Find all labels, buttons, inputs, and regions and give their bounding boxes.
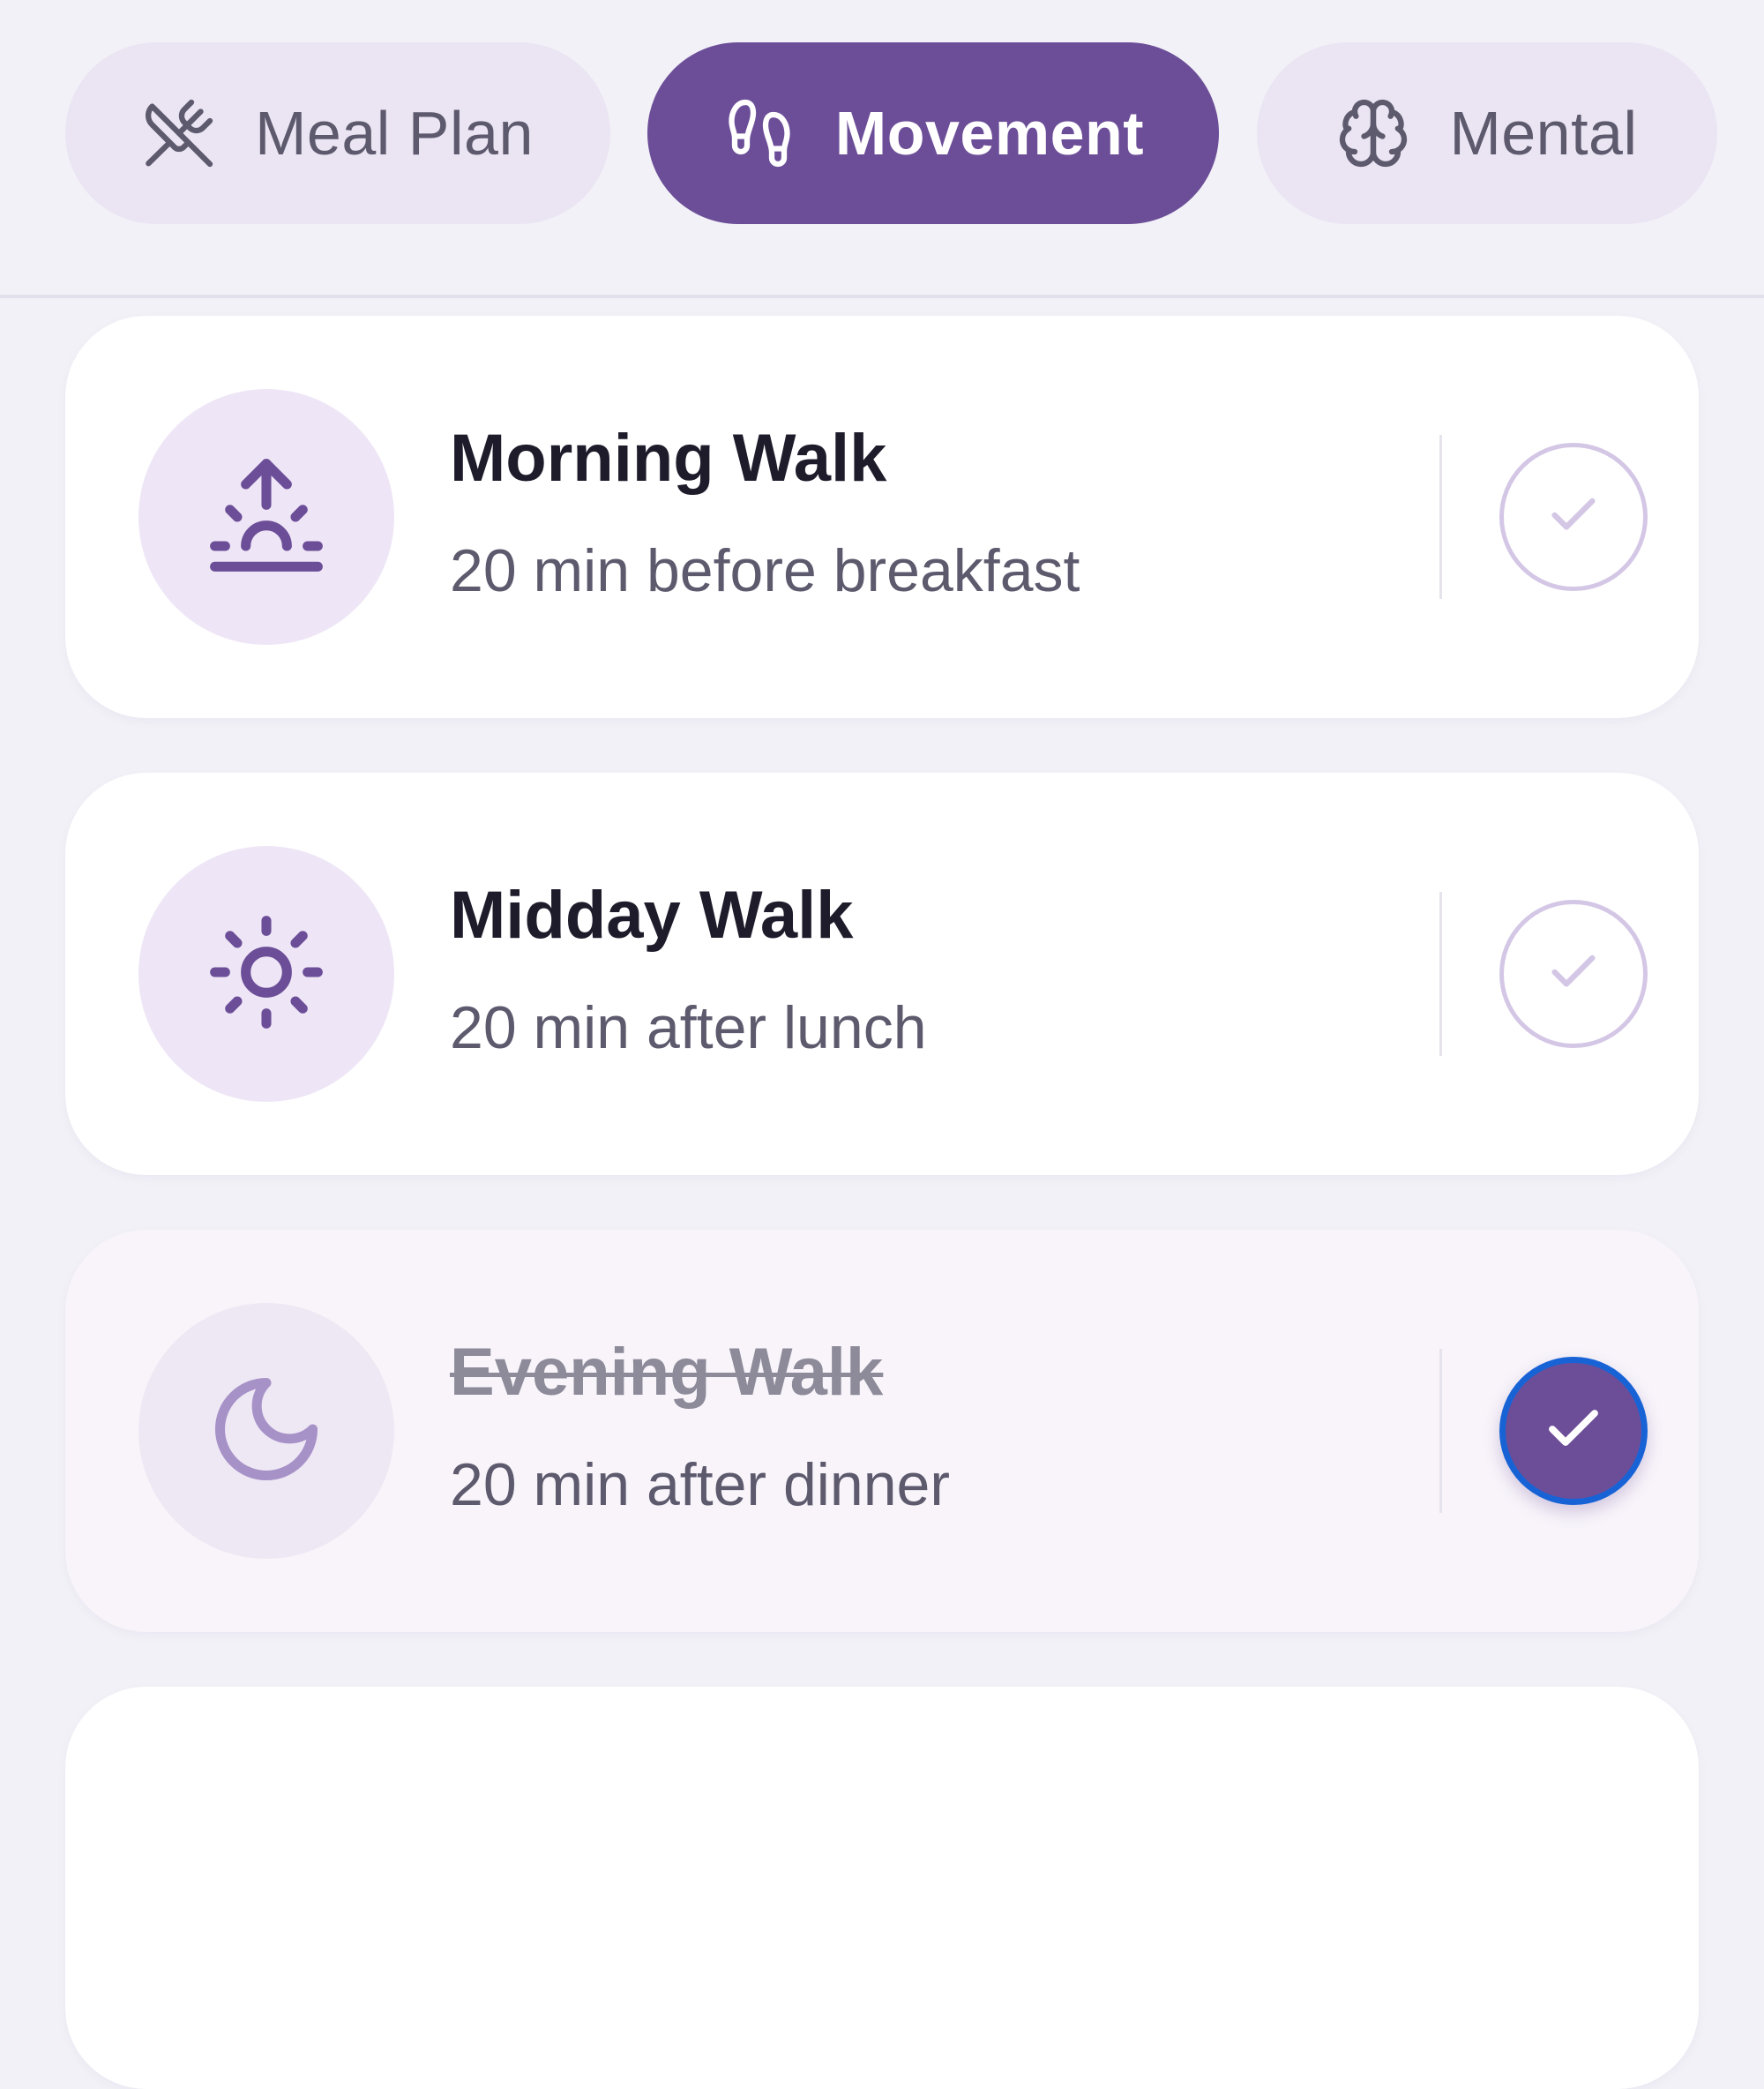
activity-card-midday-walk: Midday Walk 20 min after lunch xyxy=(65,773,1699,1175)
divider xyxy=(1439,1349,1442,1513)
sun-icon xyxy=(205,910,328,1038)
activity-card-next xyxy=(65,1687,1699,2089)
check-icon xyxy=(1545,944,1602,1005)
divider xyxy=(1439,435,1442,599)
category-tab-bar: Meal Plan Movement Mental xyxy=(0,0,1764,298)
moon-icon xyxy=(205,1367,328,1495)
activity-subtitle: 20 min after lunch xyxy=(450,994,927,1061)
complete-checkbox[interactable] xyxy=(1499,443,1648,591)
tab-meal-plan-label: Meal Plan xyxy=(255,99,534,168)
activity-title: Morning Walk xyxy=(450,421,887,496)
footprints-icon xyxy=(722,96,796,170)
tab-movement[interactable]: Movement xyxy=(647,42,1219,224)
activity-icon-circle xyxy=(138,1303,394,1559)
sunrise-icon xyxy=(205,453,328,581)
tab-mental-label: Mental xyxy=(1449,99,1638,168)
tab-meal-plan[interactable]: Meal Plan xyxy=(65,42,610,224)
tab-movement-label: Movement xyxy=(834,99,1145,168)
activity-icon-circle xyxy=(138,389,394,645)
complete-checkbox[interactable] xyxy=(1499,1357,1648,1505)
activity-subtitle: 20 min after dinner xyxy=(450,1451,950,1518)
activity-card-evening-walk: Evening Walk 20 min after dinner xyxy=(65,1230,1699,1632)
brain-icon xyxy=(1336,96,1410,170)
tab-mental[interactable]: Mental xyxy=(1257,42,1717,224)
complete-checkbox[interactable] xyxy=(1499,900,1648,1048)
activity-title: Evening Walk xyxy=(450,1335,884,1410)
activity-title: Midday Walk xyxy=(450,878,854,953)
check-icon xyxy=(1542,1397,1605,1465)
check-icon xyxy=(1545,487,1602,548)
divider xyxy=(1439,892,1442,1056)
activity-icon-circle xyxy=(138,846,394,1102)
activity-subtitle: 20 min before breakfast xyxy=(450,537,1080,604)
activity-card-morning-walk: Morning Walk 20 min before breakfast xyxy=(65,316,1699,718)
utensils-crossed-icon xyxy=(142,96,216,170)
